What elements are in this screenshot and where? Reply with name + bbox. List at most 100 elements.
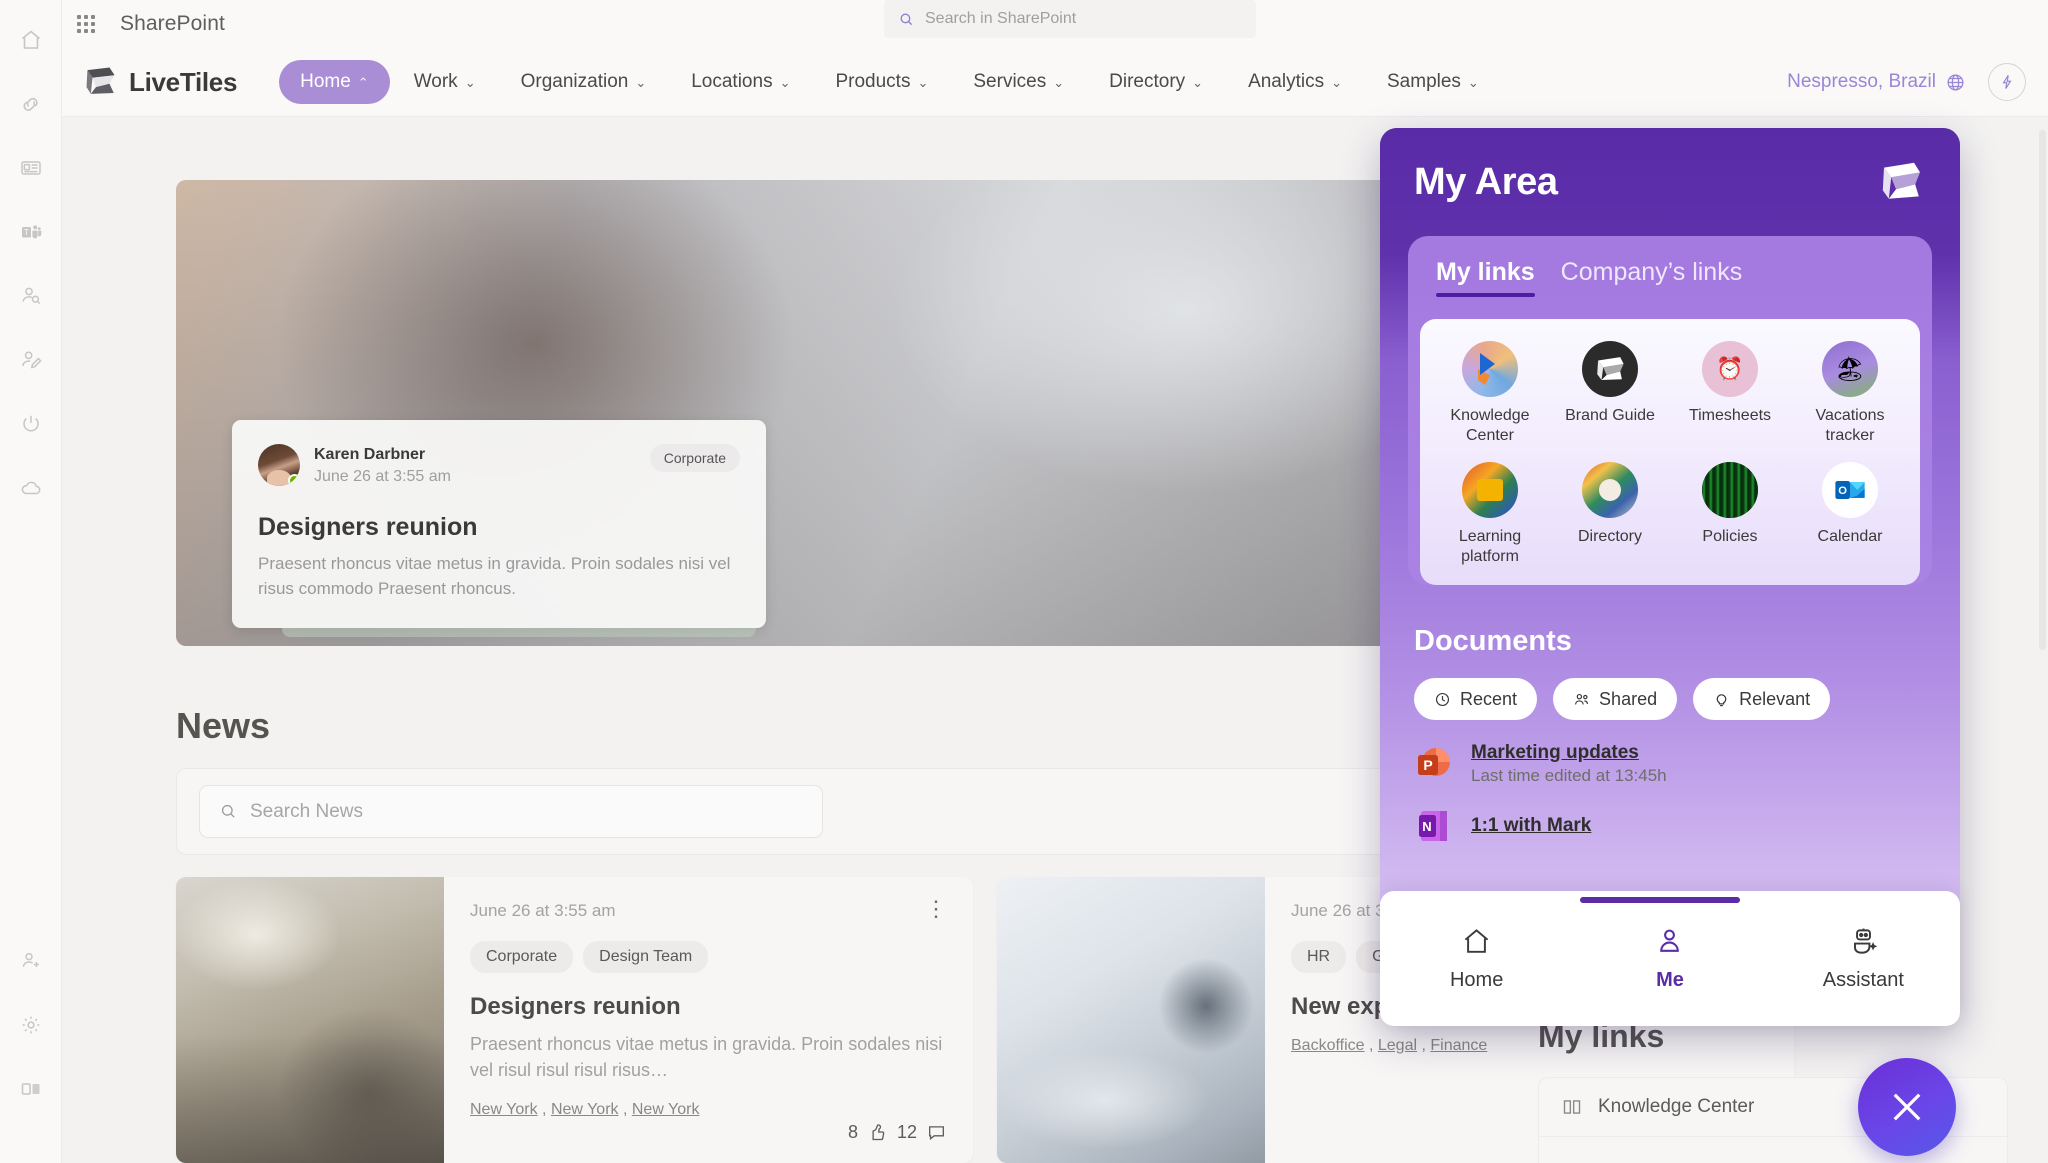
document-item-text: Marketing updates Last time edited at 13…: [1471, 742, 1667, 786]
news-card-tag[interactable]: Corporate: [470, 941, 574, 973]
news-search-input[interactable]: Search News: [199, 785, 823, 838]
news-card-link[interactable]: New York: [632, 1101, 700, 1118]
document-item-marketing-updates[interactable]: P Marketing updates Last time edited at …: [1414, 742, 1926, 786]
nav-item-work[interactable]: Work ⌄: [393, 60, 497, 104]
tile-learning-platform[interactable]: Learning platform: [1430, 462, 1550, 567]
rail-cloud-icon[interactable]: [0, 456, 62, 520]
hero-card-header: Karen Darbner June 26 at 3:55 am Corpora…: [258, 444, 740, 488]
news-card-more-icon[interactable]: ⋮: [925, 897, 947, 920]
close-panel-fab[interactable]: [1858, 1058, 1956, 1156]
rail-edit-profile-icon[interactable]: [0, 328, 62, 392]
page-scrollbar[interactable]: [2039, 130, 2046, 650]
document-subtitle: Last time edited at 13:45h: [1471, 766, 1667, 785]
news-card-tag[interactable]: HR: [1291, 941, 1347, 973]
livetiles-navbar: LiveTiles Home ⌃ Work ⌄ Organization ⌄ L…: [62, 48, 2048, 117]
rail-people-search-icon[interactable]: [0, 264, 62, 328]
nav-item-services-label: Services: [973, 71, 1047, 92]
bolt-icon: [2002, 75, 2012, 89]
app-launcher-button[interactable]: [62, 0, 110, 48]
news-card-link[interactable]: New York: [470, 1101, 538, 1118]
chevron-down-icon: ⌄: [779, 74, 791, 90]
tiles-panel: Knowledge Center Brand Guide ⏰ Timesheet…: [1420, 319, 1920, 585]
nav-item-products[interactable]: Products ⌄: [814, 60, 949, 104]
tile-vacations-tracker[interactable]: 🏖 Vacations tracker: [1790, 341, 1910, 446]
outlook-calendar-icon: O: [1822, 462, 1878, 518]
powerpoint-icon: P: [1414, 744, 1454, 784]
nav-item-products-label: Products: [835, 71, 911, 92]
nav-item-analytics[interactable]: Analytics ⌄: [1227, 60, 1363, 104]
news-card-likes[interactable]: 8: [848, 1122, 888, 1143]
tile-calendar[interactable]: O Calendar: [1790, 462, 1910, 567]
livetiles-brand[interactable]: LiveTiles: [84, 65, 237, 99]
rail-power-icon[interactable]: [0, 392, 62, 456]
hero-card-date: June 26 at 3:55 am: [314, 467, 451, 485]
sharepoint-suite-bar: SharePoint Search in SharePoint: [62, 0, 2048, 48]
rail-panel-layout-icon[interactable]: [0, 1057, 62, 1121]
sharepoint-search-input[interactable]: Search in SharePoint: [884, 0, 1256, 38]
tenant-selector[interactable]: Nespresso, Brazil: [1787, 71, 1966, 93]
my-links-item-label: Knowledge Center: [1598, 1096, 1755, 1117]
panel-nav-assistant[interactable]: Assistant: [1767, 926, 1960, 992]
links-card: My links Company’s links Knowledge Cente…: [1408, 236, 1932, 585]
chevron-down-icon: ⌄: [1053, 74, 1065, 90]
panel-title: My Area: [1414, 160, 1558, 203]
document-item-1-1-with-mark[interactable]: N 1:1 with Mark: [1414, 806, 1926, 846]
learning-platform-icon: [1462, 462, 1518, 518]
panel-nav-assistant-label: Assistant: [1822, 968, 1904, 991]
rail-add-user-icon[interactable]: [0, 929, 62, 993]
tenant-label: Nespresso, Brazil: [1787, 71, 1936, 92]
nav-item-organization-label: Organization: [520, 71, 629, 92]
tile-knowledge-center[interactable]: Knowledge Center: [1430, 341, 1550, 446]
rail-teams-icon[interactable]: T: [0, 200, 62, 264]
nav-item-directory-label: Directory: [1109, 71, 1186, 92]
timesheets-icon: ⏰: [1702, 341, 1758, 397]
sharepoint-title: SharePoint: [120, 12, 225, 35]
nav-item-organization[interactable]: Organization ⌄: [500, 60, 668, 104]
news-card-header: June 26 at 3:55 am ⋮: [470, 897, 947, 921]
comment-icon: [929, 1126, 944, 1141]
news-card-tag[interactable]: Design Team: [583, 941, 709, 973]
close-icon: [1893, 1093, 1921, 1121]
tile-brand-guide[interactable]: Brand Guide: [1550, 341, 1670, 446]
tab-my-links[interactable]: My links: [1436, 258, 1535, 297]
doc-chip-recent[interactable]: Recent: [1414, 678, 1538, 720]
tile-directory[interactable]: Directory: [1550, 462, 1670, 567]
tile-label: Knowledge Center: [1450, 407, 1530, 444]
doc-chip-label: Relevant: [1739, 688, 1811, 709]
search-icon: [221, 804, 235, 818]
doc-chip-shared[interactable]: Shared: [1553, 678, 1678, 720]
news-card[interactable]: June 26 at 3:55 am ⋮ Corporate Design Te…: [176, 877, 973, 1163]
doc-chip-relevant[interactable]: Relevant: [1693, 678, 1831, 720]
news-card-thumbnail: [997, 877, 1265, 1163]
document-name: Marketing updates: [1471, 742, 1639, 763]
news-card-link[interactable]: Legal: [1378, 1037, 1417, 1054]
hero-news-card[interactable]: Karen Darbner June 26 at 3:55 am Corpora…: [232, 420, 766, 637]
tile-policies[interactable]: Policies: [1670, 462, 1790, 567]
nav-item-samples[interactable]: Samples ⌄: [1366, 60, 1500, 104]
nav-right-group: Nespresso, Brazil: [1787, 63, 2026, 101]
tile-label: Brand Guide: [1565, 407, 1655, 424]
tile-label: Timesheets: [1688, 407, 1772, 424]
rail-home-icon[interactable]: [0, 8, 62, 72]
quick-actions-button[interactable]: [1988, 63, 2026, 101]
panel-drag-handle[interactable]: [1580, 897, 1740, 903]
tab-companys-links[interactable]: Company’s links: [1561, 258, 1743, 297]
panel-nav-home[interactable]: Home: [1380, 926, 1573, 992]
nav-item-services[interactable]: Services ⌄: [952, 60, 1085, 104]
news-card-link[interactable]: Finance: [1430, 1037, 1487, 1054]
rail-gear-icon[interactable]: [0, 993, 62, 1057]
panel-nav-home-label: Home: [1449, 968, 1504, 991]
nav-item-home-label: Home: [300, 71, 351, 92]
nav-item-home[interactable]: Home ⌃: [279, 60, 390, 104]
rail-links-icon[interactable]: [0, 72, 62, 136]
home-icon: [1464, 928, 1489, 953]
panel-nav-me[interactable]: Me: [1573, 926, 1766, 992]
news-card-comments[interactable]: 12: [897, 1122, 947, 1143]
news-card-date: June 26 at 3:55 am: [470, 901, 616, 920]
nav-item-locations[interactable]: Locations ⌄: [670, 60, 811, 104]
news-card-link[interactable]: Backoffice: [1291, 1037, 1365, 1054]
rail-news-icon[interactable]: [0, 136, 62, 200]
nav-item-directory[interactable]: Directory ⌄: [1088, 60, 1224, 104]
tile-timesheets[interactable]: ⏰ Timesheets: [1670, 341, 1790, 446]
news-card-link[interactable]: New York: [551, 1101, 619, 1118]
